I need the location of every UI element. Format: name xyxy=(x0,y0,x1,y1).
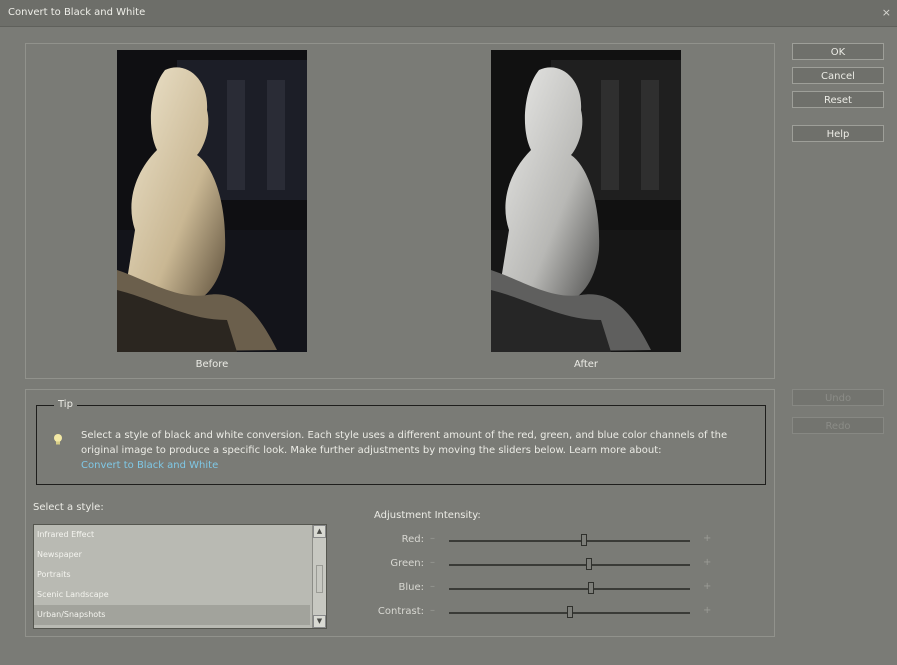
select-style-label: Select a style: xyxy=(33,502,104,513)
ok-button[interactable]: OK xyxy=(792,43,884,60)
after-label: After xyxy=(573,359,598,370)
redo-button[interactable]: Redo xyxy=(792,417,884,434)
blue-slider-thumb[interactable] xyxy=(588,582,595,594)
before-image xyxy=(117,50,307,352)
contrast-slider-row: Contrast: – + xyxy=(26,604,774,620)
plus-icon: + xyxy=(703,581,712,592)
before-statue-image xyxy=(117,50,307,352)
red-slider-track[interactable] xyxy=(449,534,690,546)
tip-text: Select a style of black and white conver… xyxy=(81,428,761,473)
tip-body: Select a style of black and white conver… xyxy=(81,430,728,456)
green-slider-row: Green: – + xyxy=(26,556,774,572)
contrast-slider-label: Contrast: xyxy=(377,606,424,617)
minus-icon: – xyxy=(430,557,435,568)
plus-icon: + xyxy=(703,557,712,568)
blue-slider-row: Blue: – + xyxy=(26,580,774,596)
tip-legend: Tip xyxy=(54,399,77,410)
after-image xyxy=(491,50,681,352)
tip-box: Tip Select a style of black and white co… xyxy=(36,399,766,485)
blue-slider-track[interactable] xyxy=(449,582,690,594)
window-title: Convert to Black and White xyxy=(8,7,146,18)
red-slider-row: Red: – + xyxy=(26,532,774,548)
reset-button[interactable]: Reset xyxy=(792,91,884,108)
minus-icon: – xyxy=(430,533,435,544)
after-statue-image xyxy=(491,50,681,352)
help-button[interactable]: Help xyxy=(792,125,884,142)
green-slider-label: Green: xyxy=(390,558,424,569)
title-bar: Convert to Black and White × xyxy=(0,0,897,27)
contrast-slider-track[interactable] xyxy=(449,606,690,618)
preview-panel: Before After xyxy=(25,43,775,379)
plus-icon: + xyxy=(703,605,712,616)
adjustment-intensity-label: Adjustment Intensity: xyxy=(374,510,481,521)
close-icon[interactable]: × xyxy=(882,6,891,19)
minus-icon: – xyxy=(430,605,435,616)
plus-icon: + xyxy=(703,533,712,544)
green-slider-thumb[interactable] xyxy=(585,558,592,570)
red-slider-thumb[interactable] xyxy=(580,534,587,546)
blue-slider-label: Blue: xyxy=(398,582,425,593)
learn-more-link[interactable]: Convert to Black and White xyxy=(81,458,761,473)
cancel-button[interactable]: Cancel xyxy=(792,67,884,84)
minus-icon: – xyxy=(430,581,435,592)
options-panel: Tip Select a style of black and white co… xyxy=(25,389,775,637)
lightbulb-icon xyxy=(54,434,62,445)
contrast-slider-thumb[interactable] xyxy=(566,606,573,618)
before-label: Before xyxy=(195,359,229,370)
green-slider-track[interactable] xyxy=(449,558,690,570)
undo-button[interactable]: Undo xyxy=(792,389,884,406)
red-slider-label: Red: xyxy=(401,534,424,545)
